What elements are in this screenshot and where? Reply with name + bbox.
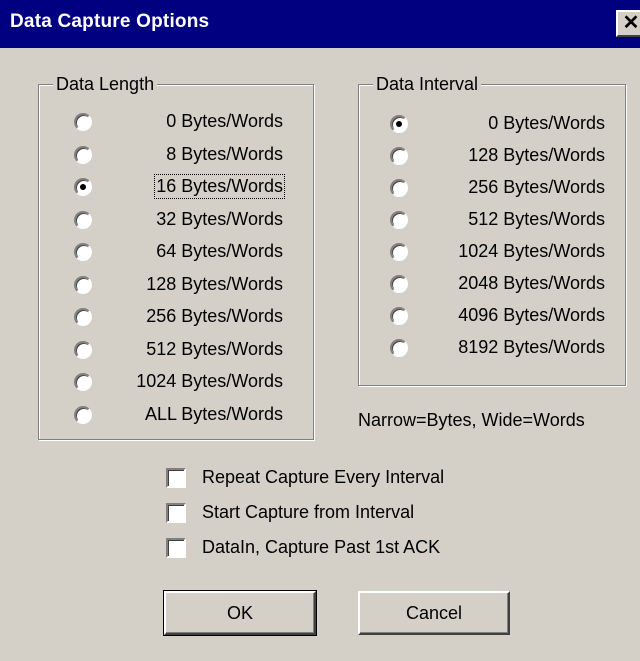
data-interval-option[interactable]: 0 Bytes/Words — [390, 109, 605, 139]
data-interval-legend: Data Interval — [373, 74, 482, 95]
data-length-option[interactable]: 64 Bytes/Words — [74, 237, 283, 267]
radio-label: 128 Bytes/Words — [468, 145, 605, 165]
radio-button[interactable] — [390, 115, 408, 133]
radio-button[interactable] — [390, 339, 408, 357]
radio-button[interactable] — [390, 211, 408, 229]
radio-button[interactable] — [390, 243, 408, 261]
data-length-option[interactable]: 256 Bytes/Words — [74, 302, 283, 332]
data-length-legend: Data Length — [53, 74, 158, 95]
data-length-option[interactable]: 8 Bytes/Words — [74, 140, 283, 170]
checkbox-box[interactable] — [166, 503, 186, 523]
radio-button[interactable] — [390, 275, 408, 293]
data-interval-option[interactable]: 2048 Bytes/Words — [390, 269, 605, 299]
cancel-button[interactable]: Cancel — [358, 591, 510, 635]
ok-button[interactable]: OK — [163, 590, 317, 636]
radio-label: 8 Bytes/Words — [166, 143, 283, 164]
radio-button[interactable] — [390, 147, 408, 165]
radio-label: ALL Bytes/Words — [144, 403, 283, 424]
checkbox-label: Start Capture from Interval — [202, 502, 415, 522]
radio-button[interactable] — [74, 113, 92, 131]
data-interval-option[interactable]: 128 Bytes/Words — [390, 141, 605, 171]
radio-label: 32 Bytes/Words — [156, 208, 283, 229]
radio-button[interactable] — [74, 145, 92, 164]
data-length-option[interactable]: 16 Bytes/Words — [74, 172, 285, 202]
radio-label: 512 Bytes/Words — [146, 338, 283, 359]
radio-label: 256 Bytes/Words — [146, 306, 283, 326]
radio-label: 0 Bytes/Words — [488, 113, 605, 133]
width-note: Narrow=Bytes, Wide=Words — [358, 410, 585, 430]
radio-label: 4096 Bytes/Words — [458, 305, 605, 325]
radio-button[interactable] — [74, 340, 92, 359]
radio-button[interactable] — [74, 243, 92, 261]
data-interval-option[interactable]: 8192 Bytes/Words — [390, 333, 605, 363]
radio-button[interactable] — [74, 373, 92, 391]
data-interval-option[interactable]: 4096 Bytes/Words — [390, 301, 605, 331]
data-length-option[interactable]: 512 Bytes/Words — [74, 335, 283, 365]
radio-button[interactable] — [74, 405, 92, 424]
radio-label: 128 Bytes/Words — [146, 273, 283, 294]
data-length-option[interactable]: 32 Bytes/Words — [74, 205, 283, 235]
radio-label: 2048 Bytes/Words — [458, 273, 605, 293]
radio-button[interactable] — [74, 275, 92, 294]
data-interval-option[interactable]: 512 Bytes/Words — [390, 205, 605, 235]
data-length-option[interactable]: 0 Bytes/Words — [74, 107, 283, 137]
data-length-option[interactable]: ALL Bytes/Words — [74, 400, 283, 430]
data-length-option[interactable]: 1024 Bytes/Words — [74, 367, 283, 397]
checkbox-box[interactable] — [166, 468, 186, 488]
radio-button[interactable] — [390, 179, 408, 197]
radio-label: 64 Bytes/Words — [156, 241, 283, 261]
title-bar[interactable]: Data Capture Options ✕ — [0, 0, 640, 48]
radio-label: 0 Bytes/Words — [166, 111, 283, 131]
data-interval-option[interactable]: 256 Bytes/Words — [390, 173, 605, 203]
radio-button[interactable] — [74, 210, 92, 229]
radio-label: 256 Bytes/Words — [468, 177, 605, 197]
data-interval-option[interactable]: 1024 Bytes/Words — [390, 237, 605, 267]
radio-label: 1024 Bytes/Words — [458, 241, 605, 261]
checkbox-label: Repeat Capture Every Interval — [202, 467, 445, 487]
dialog-title: Data Capture Options — [10, 11, 210, 32]
checkbox-box[interactable] — [166, 538, 186, 558]
data-length-option[interactable]: 128 Bytes/Words — [74, 270, 283, 300]
checkbox-label: DataIn, Capture Past 1st ACK — [202, 537, 441, 557]
radio-button[interactable] — [74, 178, 92, 196]
radio-label: 8192 Bytes/Words — [458, 337, 605, 357]
radio-label: 16 Bytes/Words — [154, 174, 285, 199]
close-icon[interactable]: ✕ — [616, 10, 640, 37]
radio-label: 512 Bytes/Words — [468, 209, 605, 229]
radio-button[interactable] — [74, 308, 92, 326]
radio-label: 1024 Bytes/Words — [136, 371, 283, 391]
radio-button[interactable] — [390, 307, 408, 325]
data-capture-options-dialog: Data Capture Options ✕ Data Length Data … — [0, 0, 640, 661]
